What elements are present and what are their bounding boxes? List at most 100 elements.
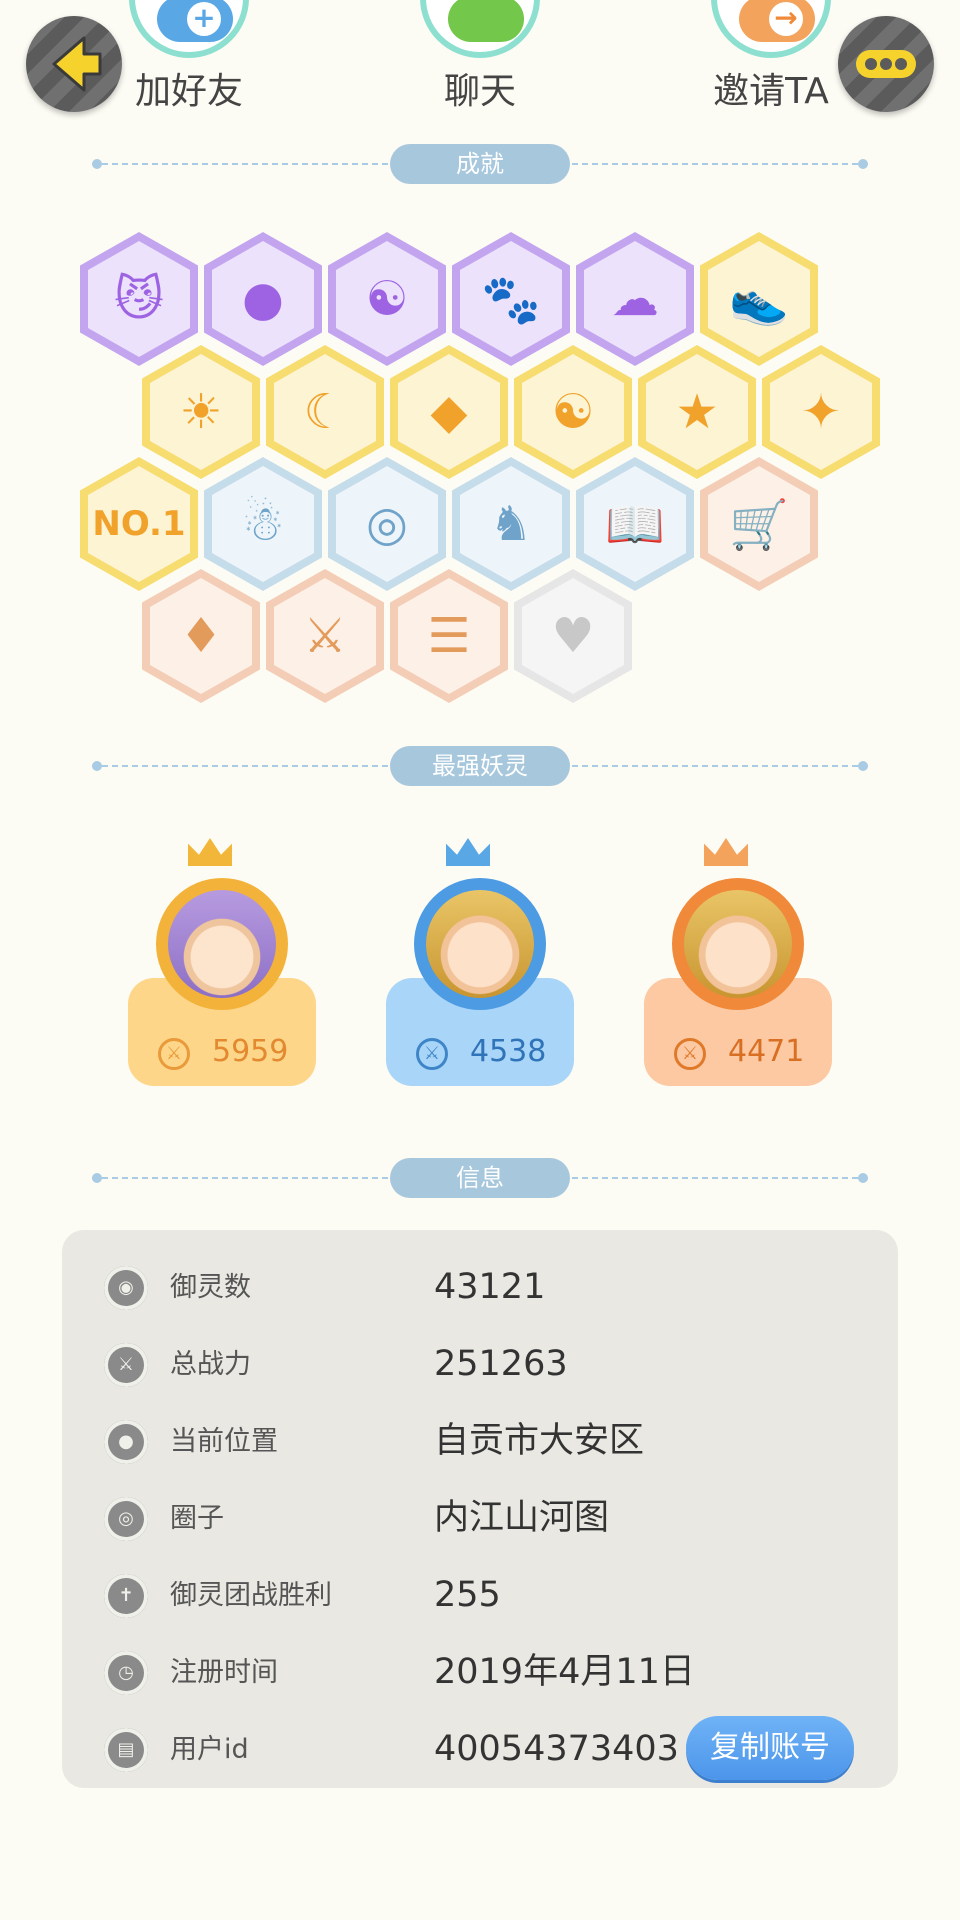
spirit-card[interactable]: ⚔ 4538 [386,838,574,1086]
info-label: 当前位置 [170,1426,278,1457]
badge-icon: ☃ [241,496,285,552]
info-value: 40054373403 [434,1729,679,1769]
achievement-badge[interactable]: ◎ [328,457,446,591]
achievement-badge[interactable]: ★ [638,345,756,479]
badge-icon: ♥ [551,608,595,664]
badge-icon: ⚔ [303,608,347,664]
info-label: 总战力 [170,1349,251,1380]
chat-icon [420,0,540,58]
info-label: 御灵团战胜利 [170,1580,332,1611]
info-label: 注册时间 [170,1657,278,1688]
add-friend-label: 加好友 [134,71,243,112]
achievement-badge[interactable]: ⚔ [266,569,384,703]
info-value: 2019年4月11日 [434,1652,695,1692]
badge-icon: ♞ [489,496,533,552]
spirit-card[interactable]: ⚔ 4471 [644,838,832,1086]
more-button[interactable] [838,16,934,112]
spirit-power: 5959 [212,1034,289,1069]
spirit-power: 4538 [470,1034,547,1069]
avatar [414,878,546,1010]
section-title: 信息 [390,1158,570,1198]
info-row-user-id: ▤ 用户id 40054373403 复制账号 [62,1714,898,1784]
achievement-badge[interactable]: ● [204,232,322,366]
invite-label: 邀请TA [713,71,829,112]
info-row-register-time: ◷ 注册时间 2019年4月11日 [62,1637,898,1707]
badge-icon: ☰ [427,608,471,664]
info-value: 255 [434,1575,501,1615]
info-row-team-battle: ✝ 御灵团战胜利 255 [62,1560,898,1630]
avatar [156,878,288,1010]
arrow-left-icon [52,36,102,92]
more-dots-icon [856,50,916,78]
achievement-badge[interactable]: 🐾 [452,232,570,366]
info-row-spirit-count: ◉ 御灵数 43121 [62,1252,898,1322]
info-panel: ◉ 御灵数 43121 ⚔ 总战力 251263 ● 当前位置 自贡市大安区 ◎… [62,1230,898,1788]
achievement-badge[interactable]: ☰ [390,569,508,703]
achievement-badge[interactable]: ☯ [328,232,446,366]
achievement-badge[interactable]: 📖 [576,457,694,591]
crown-icon [704,838,748,866]
info-row-location: ● 当前位置 自贡市大安区 [62,1406,898,1476]
badge-icon: 📖 [605,496,665,553]
invite-icon: → [711,0,831,58]
add-friend-icon: + [129,0,249,58]
combat-power-icon: ⚔ [104,1343,148,1387]
section-title: 最强妖灵 [390,746,570,786]
user-id-icon: ▤ [104,1728,148,1772]
strongest-spirits-header: 最强妖灵 [92,746,868,786]
combat-power-icon: ⚔ [158,1038,190,1070]
achievement-badge[interactable]: ☃ [204,457,322,591]
achievement-badge[interactable]: ☯ [514,345,632,479]
achievement-badge[interactable]: 🛒 [700,457,818,591]
info-value: 内江山河图 [434,1498,610,1538]
spirit-card[interactable]: ⚔ 5959 [128,838,316,1086]
badge-icon: 😼 [113,271,165,327]
badge-icon: ◎ [366,496,408,552]
achievement-badge[interactable]: NO.1 [80,457,198,591]
circle-target-icon: ◎ [104,1497,148,1541]
badge-icon: ☯ [551,384,595,440]
badge-icon: ♦ [179,608,223,664]
badge-icon: NO.1 [92,504,186,544]
badge-icon: ● [242,271,284,327]
achievement-badge[interactable]: 😼 [80,232,198,366]
achievement-badge[interactable]: ♦ [142,569,260,703]
badge-icon: 👟 [729,271,789,328]
badge-icon: ✦ [800,384,842,440]
achievement-badge[interactable]: ☾ [266,345,384,479]
info-label: 用户id [170,1734,249,1765]
crown-icon [446,838,490,866]
badge-icon: 🐾 [481,271,541,328]
achievement-badge[interactable]: 👟 [700,232,818,366]
avatar [672,878,804,1010]
badge-icon: ☀ [179,384,223,440]
back-button[interactable] [26,16,122,112]
team-battle-icon: ✝ [104,1574,148,1618]
info-value: 43121 [434,1267,546,1307]
badge-icon: ☾ [303,384,347,440]
badge-icon: ☁ [611,271,659,327]
badge-icon: ★ [675,384,719,440]
location-pin-icon: ● [104,1420,148,1464]
achievement-badge[interactable]: ♥ [514,569,632,703]
clock-icon: ◷ [104,1651,148,1695]
info-header: 信息 [92,1158,868,1198]
combat-power-icon: ⚔ [674,1038,706,1070]
info-row-combat-power: ⚔ 总战力 251263 [62,1329,898,1399]
achievement-badge[interactable]: ✦ [762,345,880,479]
chat-label: 聊天 [443,71,516,112]
info-label: 圈子 [170,1503,224,1534]
achievement-badge[interactable]: ☀ [142,345,260,479]
info-row-circle: ◎ 圈子 内江山河图 [62,1483,898,1553]
section-title: 成就 [390,144,570,184]
achievements-header: 成就 [92,144,868,184]
info-label: 御灵数 [170,1272,251,1303]
badge-icon: ☯ [365,271,409,327]
achievement-badge[interactable]: ◆ [390,345,508,479]
copy-account-button[interactable]: 复制账号 [686,1716,854,1780]
achievement-badge[interactable]: ♞ [452,457,570,591]
spirit-power: 4471 [728,1034,805,1069]
combat-power-icon: ⚔ [416,1038,448,1070]
achievement-badge[interactable]: ☁ [576,232,694,366]
badge-icon: ◆ [430,384,468,440]
